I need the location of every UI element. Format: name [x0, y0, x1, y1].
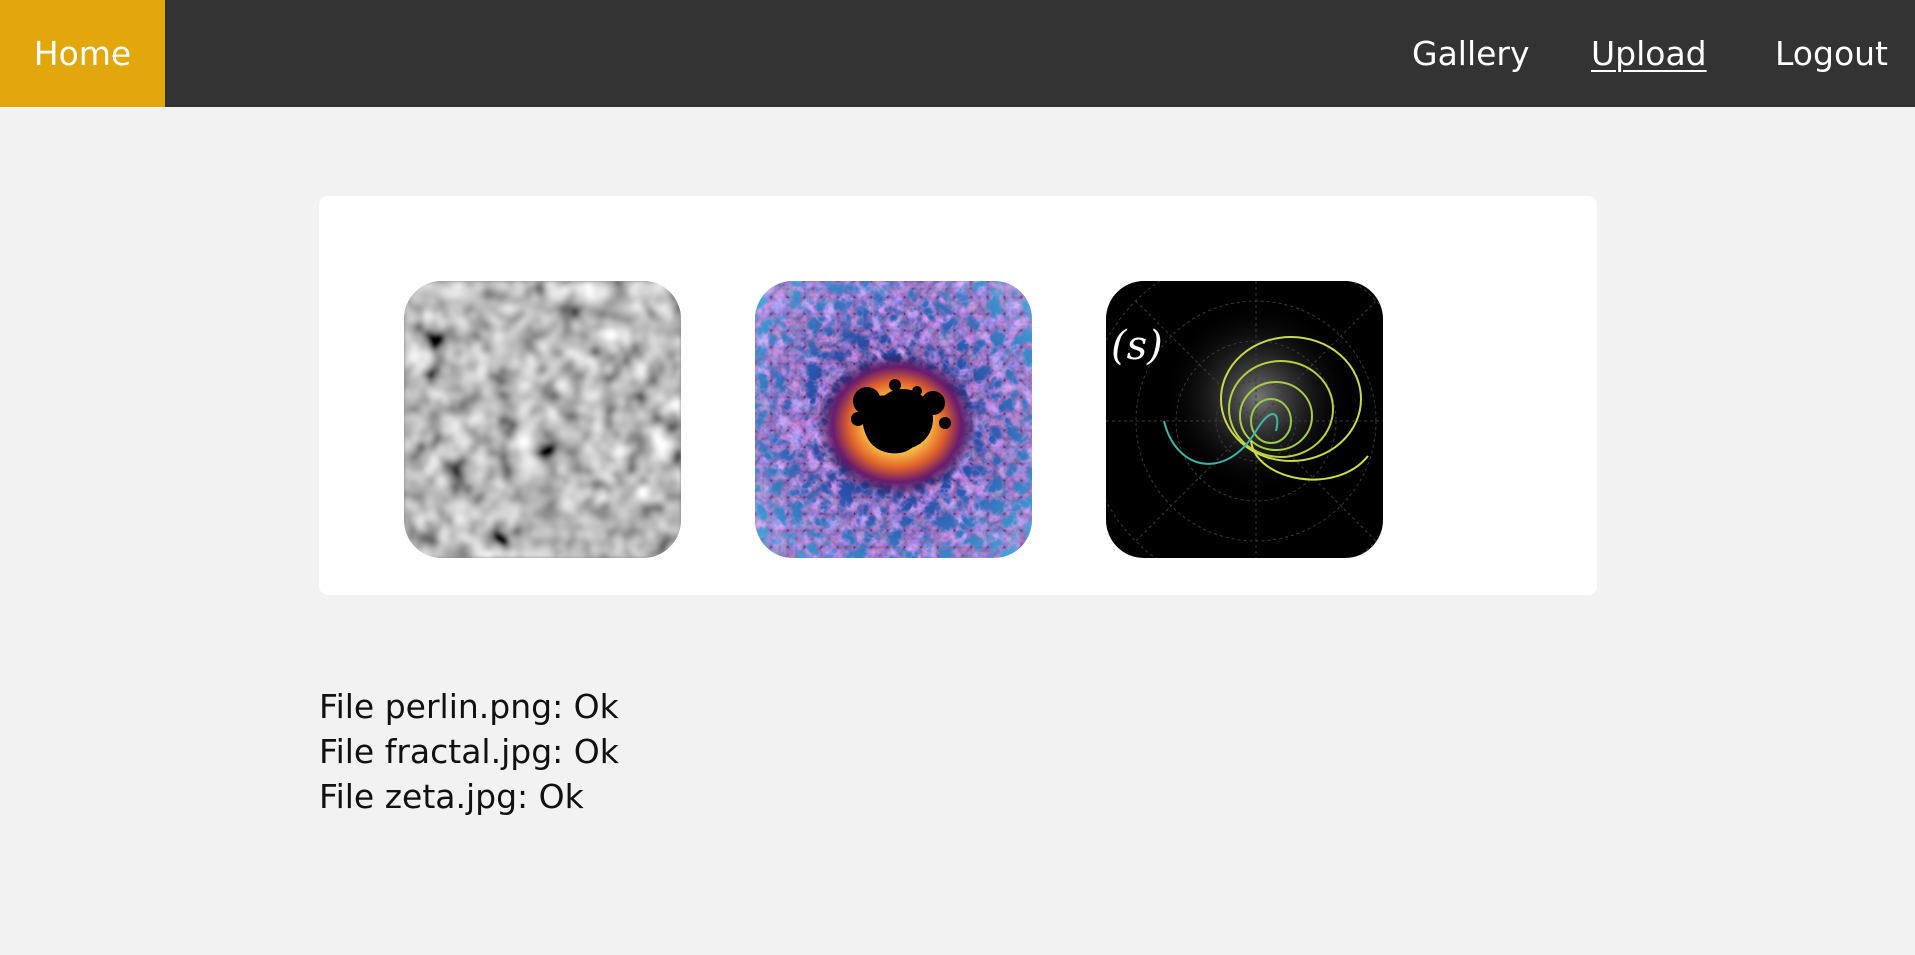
nav-gallery-link[interactable]: Gallery: [1412, 0, 1530, 107]
mandelbrot-graphic: [755, 281, 1032, 558]
result-line: File perlin.png: Ok: [319, 687, 619, 726]
uploaded-images-card: (s): [319, 196, 1597, 595]
zeta-plot-graphic: (s): [1106, 281, 1383, 558]
nav-logout-link[interactable]: Logout: [1775, 0, 1888, 107]
result-line: File fractal.jpg: Ok: [319, 732, 619, 771]
top-navbar: Home Gallery Upload Logout: [0, 0, 1915, 107]
perlin-noise-graphic: [404, 281, 681, 558]
zeta-overlay-label: (s): [1111, 323, 1163, 369]
nav-upload-link[interactable]: Upload: [1591, 0, 1707, 107]
upload-results-list: File perlin.png: Ok File fractal.jpg: Ok…: [319, 684, 619, 819]
zeta-function-plot-image[interactable]: (s): [1106, 281, 1383, 558]
result-line: File zeta.jpg: Ok: [319, 777, 584, 816]
mandelbrot-fractal-image[interactable]: [755, 281, 1032, 558]
perlin-noise-image[interactable]: [404, 281, 681, 558]
nav-home-link[interactable]: Home: [0, 0, 165, 107]
